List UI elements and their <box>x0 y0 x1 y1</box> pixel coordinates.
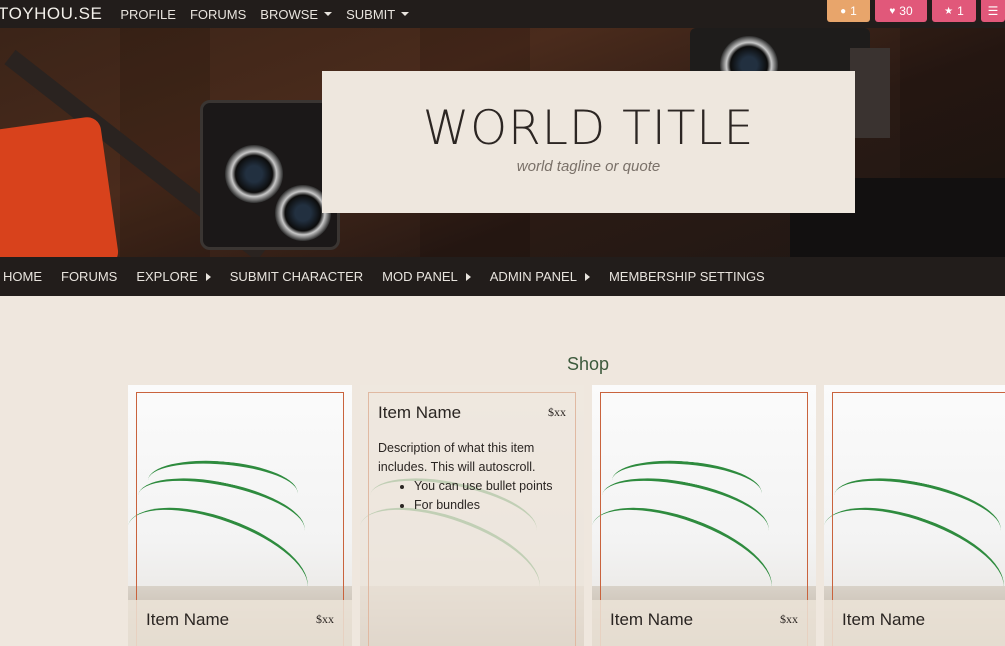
site-nav: PROFILE FORUMS BROWSE SUBMIT <box>120 7 423 22</box>
nav-submit[interactable]: SUBMIT <box>346 6 410 22</box>
world-banner: WORLD TITLE world tagline or quote <box>0 28 1005 257</box>
item-name: Item Name <box>146 610 230 629</box>
item-price: $xx <box>316 612 334 626</box>
notifications-count: 1 <box>850 4 857 18</box>
item-bullet: You can use bullet points <box>414 477 568 496</box>
world-nav-label: MOD PANEL <box>382 269 458 284</box>
world-nav-membership-settings[interactable]: MEMBERSHIP SETTINGS <box>609 269 765 284</box>
shop-item-card[interactable]: Item Name $xx <box>592 385 816 646</box>
nav-browse[interactable]: BROWSE <box>260 6 333 22</box>
site-topbar: TOYHOU.SE PROFILE FORUMS BROWSE SUBMIT ●… <box>0 0 1005 28</box>
world-nav-label: ADMIN PANEL <box>489 269 577 284</box>
stars-badge[interactable]: ★ 1 <box>932 0 976 22</box>
world-title: WORLD TITLE <box>422 101 755 156</box>
nav-profile[interactable]: PROFILE <box>120 7 176 22</box>
world-nav: HOME FORUMS EXPLORE SUBMIT CHARACTER MOD… <box>0 257 1005 296</box>
card-border <box>368 392 576 646</box>
world-nav-explore[interactable]: EXPLORE <box>136 269 211 284</box>
item-price: $xx <box>780 612 798 626</box>
menu-badge[interactable]: ☰ <box>981 0 1005 22</box>
world-nav-label: SUBMIT CHARACTER <box>229 269 364 284</box>
world-title-box: WORLD TITLE world tagline or quote <box>322 71 855 213</box>
red-fabric-image <box>0 115 120 257</box>
item-description: Description of what this item includes. … <box>378 439 568 515</box>
shop-item-card[interactable]: Item Name $xx <box>128 385 352 646</box>
shop-heading: Shop <box>567 354 610 374</box>
world-nav-home[interactable]: HOME <box>3 269 42 284</box>
chevron-right-icon <box>465 272 471 281</box>
user-badges: ● 1 ♥ 30 ★ 1 ☰ <box>827 0 1005 22</box>
notification-dot-icon: ● <box>840 5 847 17</box>
notifications-badge[interactable]: ● 1 <box>827 0 870 22</box>
heart-icon: ♥ <box>889 5 896 17</box>
nav-browse-label: BROWSE <box>260 6 319 22</box>
menu-icon: ☰ <box>987 4 999 18</box>
favorites-badge[interactable]: ♥ 30 <box>875 0 927 22</box>
favorites-count: 30 <box>899 4 913 18</box>
item-description-text: Description of what this item includes. … <box>378 441 536 474</box>
item-bullet-list: You can use bullet points For bundles <box>414 477 568 515</box>
world-nav-label: MEMBERSHIP SETTINGS <box>608 269 765 284</box>
shop-item-card[interactable]: Item Name <box>824 385 1005 646</box>
item-price: $xx <box>548 405 566 419</box>
camera-lens <box>225 145 283 203</box>
world-nav-label: FORUMS <box>61 269 118 284</box>
world-nav-admin-panel[interactable]: ADMIN PANEL <box>490 269 590 284</box>
stars-count: 1 <box>957 4 964 18</box>
shop-item-card-expanded[interactable]: Item Name $xx Description of what this i… <box>360 385 584 646</box>
world-nav-label: HOME <box>3 269 42 284</box>
world-nav-submit-character[interactable]: SUBMIT CHARACTER <box>230 269 363 284</box>
chevron-down-icon <box>324 12 333 16</box>
item-name: Item Name <box>610 610 694 629</box>
world-tagline: world tagline or quote <box>516 158 661 175</box>
chevron-right-icon <box>205 272 211 281</box>
item-name: Item Name <box>842 610 926 629</box>
nav-forums-label: FORUMS <box>189 6 247 22</box>
camera-image <box>850 48 890 138</box>
site-logo[interactable]: TOYHOU.SE <box>0 4 102 24</box>
world-nav-mod-panel[interactable]: MOD PANEL <box>382 269 471 284</box>
nav-profile-label: PROFILE <box>120 6 176 22</box>
nav-submit-label: SUBMIT <box>346 6 396 22</box>
chevron-right-icon <box>584 272 590 281</box>
camera-image <box>200 100 340 250</box>
item-name: Item Name <box>378 403 462 422</box>
star-icon: ★ <box>944 5 954 17</box>
chevron-down-icon <box>401 12 410 16</box>
world-nav-label: EXPLORE <box>136 269 198 284</box>
nav-forums[interactable]: FORUMS <box>190 7 246 22</box>
world-nav-forums[interactable]: FORUMS <box>61 269 117 284</box>
item-bullet: For bundles <box>414 496 568 515</box>
